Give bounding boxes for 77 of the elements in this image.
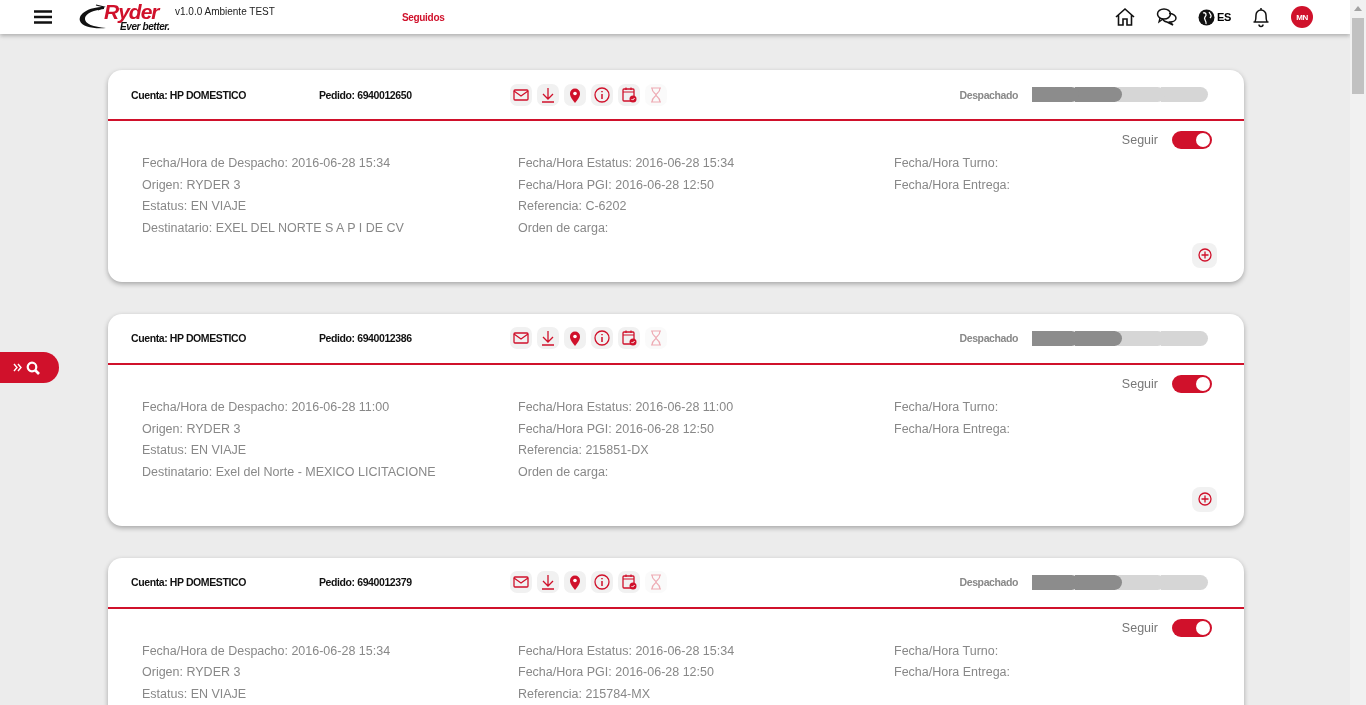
home-icon[interactable]: [1113, 7, 1136, 27]
detail-field: Orden de carga:: [518, 218, 894, 240]
detail-field: Fecha/Hora Turno:: [894, 396, 1212, 419]
map-pin-button[interactable]: [564, 83, 586, 106]
map-pin-button[interactable]: [564, 571, 586, 594]
followed-link[interactable]: Seguidos: [401, 11, 445, 23]
circled-plus-icon: [1197, 492, 1212, 507]
follow-label: Seguir: [1121, 133, 1158, 147]
detail-field: Destinatario: EXEL DEL NORTE S A P I DE CV: [142, 218, 518, 240]
follow-toggle[interactable]: [1172, 131, 1212, 149]
globe-icon[interactable]: [1197, 8, 1215, 26]
envelope-button[interactable]: [510, 571, 532, 594]
detail-field: Fecha/Hora Entrega:: [894, 174, 1212, 197]
detail-field: Fecha/Hora PGI: 2016-06-28 12:50: [518, 662, 894, 685]
detail-field: Estatus: EN VIAJE: [142, 440, 518, 462]
info-button[interactable]: [591, 327, 613, 350]
detail-field: Fecha/Hora PGI: 2016-06-28 12:50: [518, 418, 894, 441]
map-pin-button[interactable]: [564, 327, 586, 350]
order-number: Pedido: 6940012386: [319, 332, 413, 345]
detail-field: Fecha/Hora Turno:: [894, 153, 1212, 175]
detail-field: Fecha/Hora PGI: 2016-06-28 12:50: [518, 174, 894, 197]
detail-field: Fecha/Hora Estatus: 2016-06-28 15:34: [518, 153, 894, 175]
add-button[interactable]: [1192, 486, 1217, 512]
download-button[interactable]: [537, 571, 559, 594]
download-button[interactable]: [537, 327, 559, 350]
info-button[interactable]: [591, 83, 613, 106]
search-panel-button[interactable]: [0, 352, 59, 383]
calendar-check-button[interactable]: [618, 327, 640, 350]
info-button[interactable]: [591, 571, 613, 594]
logo-tagline: Ever better.: [120, 21, 170, 32]
search-icon: [26, 360, 40, 375]
detail-field: Origen: RYDER 3: [142, 662, 518, 685]
logo[interactable]: Ryder Ever better.: [76, 2, 172, 32]
detail-field: Destinatario: Exel del Norte - MEXICO LICITACIONE: [142, 461, 518, 484]
account-label: Cuenta: HP DOMESTICO: [131, 88, 247, 101]
bell-icon[interactable]: [1251, 6, 1271, 28]
detail-field: Fecha/Hora de Despacho: 2016-06-28 15:34: [142, 640, 518, 663]
download-button[interactable]: [537, 83, 559, 106]
status-label: Despachado: [959, 332, 1018, 345]
detail-field: Origen: RYDER 3: [142, 174, 518, 197]
detail-field: Fecha/Hora Turno:: [894, 640, 1212, 663]
language-label[interactable]: ES: [1216, 11, 1231, 23]
detail-field: Orden de carga:: [518, 461, 894, 484]
chat-bubbles-icon[interactable]: [1155, 7, 1178, 27]
circled-plus-icon: [1197, 248, 1212, 263]
envelope-button[interactable]: [510, 327, 532, 350]
follow-toggle[interactable]: [1172, 618, 1212, 637]
status-label: Despachado: [959, 576, 1018, 589]
detail-field: Origen: RYDER 3: [142, 418, 518, 441]
detail-field: Fecha/Hora de Despacho: 2016-06-28 11:00: [142, 396, 518, 419]
detail-field: Estatus: EN VIAJE: [142, 196, 518, 219]
detail-field: Fecha/Hora Entrega:: [894, 418, 1212, 441]
menu-icon[interactable]: [34, 10, 52, 24]
follow-toggle[interactable]: [1172, 374, 1212, 393]
order-number: Pedido: 6940012650: [319, 88, 413, 101]
order-number: Pedido: 6940012379: [319, 576, 413, 589]
add-button[interactable]: [1192, 242, 1217, 268]
double-chevron-icon: [13, 363, 22, 372]
follow-label: Seguir: [1121, 620, 1158, 635]
calendar-check-button[interactable]: [618, 83, 640, 106]
detail-field: Fecha/Hora de Despacho: 2016-06-28 15:34: [142, 153, 518, 175]
envelope-button[interactable]: [510, 83, 532, 106]
detail-field: Fecha/Hora Estatus: 2016-06-28 11:00: [518, 396, 894, 419]
version-label: v1.0.0 Ambiente TEST: [175, 5, 275, 17]
detail-field: Referencia: 215851-DX: [518, 440, 894, 462]
status-label: Despachado: [959, 88, 1018, 101]
follow-label: Seguir: [1121, 376, 1158, 391]
detail-field: Estatus: EN VIAJE: [142, 684, 518, 705]
account-label: Cuenta: HP DOMESTICO: [131, 576, 247, 589]
detail-field: Referencia: C-6202: [518, 196, 894, 219]
detail-field: Fecha/Hora Entrega:: [894, 662, 1212, 685]
account-label: Cuenta: HP DOMESTICO: [131, 332, 247, 345]
detail-field: Fecha/Hora Estatus: 2016-06-28 15:34: [518, 640, 894, 663]
user-avatar[interactable]: MN: [1291, 6, 1313, 28]
logo-name: Ryder: [104, 2, 159, 22]
detail-field: Referencia: 215784-MX: [518, 684, 894, 705]
calendar-check-button[interactable]: [618, 571, 640, 594]
